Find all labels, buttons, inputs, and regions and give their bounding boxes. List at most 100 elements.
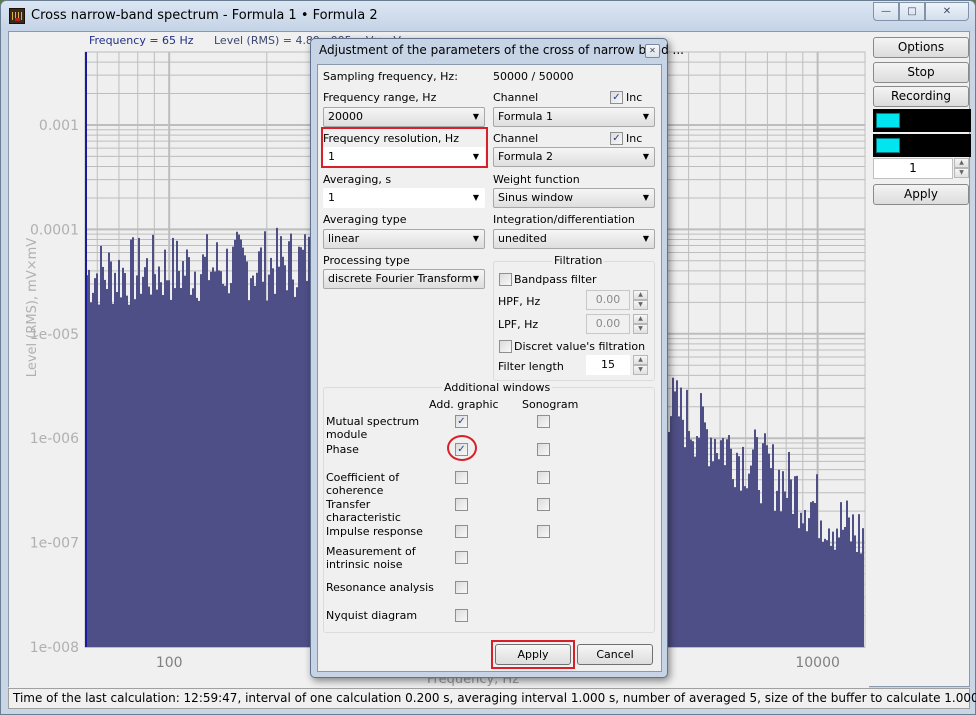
- spin-down-icon[interactable]: ▼: [633, 300, 648, 310]
- options-button[interactable]: Options: [873, 37, 969, 58]
- channel-2-inc-checkbox[interactable]: ✓: [610, 132, 623, 145]
- side-apply-button[interactable]: Apply: [873, 184, 969, 205]
- add-graphic-checkbox[interactable]: [455, 525, 468, 538]
- spin-down-icon[interactable]: ▼: [954, 168, 969, 178]
- spectrum-bar: [120, 297, 122, 647]
- sonogram-checkbox[interactable]: [537, 525, 550, 538]
- close-icon: ✕: [942, 6, 952, 17]
- spectrum-bar: [286, 290, 288, 647]
- filter-length-input[interactable]: 15: [586, 355, 630, 375]
- discret-filtration-checkbox[interactable]: [499, 340, 512, 353]
- integration-value: unedited: [498, 232, 547, 245]
- spectrum-bar: [748, 473, 750, 647]
- spectrum-bar: [276, 227, 278, 647]
- additional-window-label: Measurement of intrinsic noise: [326, 545, 416, 571]
- spectrum-bar: [108, 252, 110, 648]
- spectrum-bar: [102, 266, 104, 647]
- bandpass-filter-label: Bandpass filter: [514, 273, 597, 286]
- add-graphic-checkbox[interactable]: [455, 498, 468, 511]
- chevron-down-icon: ▼: [472, 234, 479, 243]
- stop-button[interactable]: Stop: [873, 62, 969, 83]
- add-graphic-checkbox[interactable]: [455, 609, 468, 622]
- spectrum-bar: [790, 479, 792, 647]
- side-spin-input[interactable]: 1: [873, 158, 953, 179]
- filter-length-spin[interactable]: ▲ ▼: [633, 355, 648, 375]
- channel-2-color-swatch[interactable]: [876, 138, 900, 153]
- add-graphic-checkbox[interactable]: [455, 551, 468, 564]
- spectrum-bar: [296, 287, 298, 647]
- sonogram-checkbox[interactable]: [537, 415, 550, 428]
- spectrum-bar: [764, 433, 766, 647]
- channel-2-color-row[interactable]: [873, 134, 971, 157]
- lpf-spin[interactable]: ▲ ▼: [633, 314, 648, 334]
- spectrum-bar: [700, 393, 702, 647]
- spin-down-icon[interactable]: ▼: [633, 365, 648, 375]
- spectrum-bar: [676, 380, 678, 647]
- spectrum-bar: [188, 257, 190, 647]
- channel-1-select[interactable]: Formula 1 ▼: [493, 107, 655, 127]
- averaging-select[interactable]: 1 ▼: [323, 188, 485, 208]
- add-graphic-checkbox[interactable]: [455, 581, 468, 594]
- spectrum-bar: [270, 257, 272, 647]
- averaging-type-select[interactable]: linear ▼: [323, 229, 485, 249]
- close-button[interactable]: ✕: [925, 2, 969, 21]
- side-spin-buttons[interactable]: ▲ ▼: [954, 158, 969, 179]
- spectrum-bar: [284, 265, 286, 647]
- spectrum-bar: [708, 466, 710, 647]
- sonogram-checkbox[interactable]: [537, 471, 550, 484]
- spectrum-bar: [206, 234, 208, 647]
- additional-window-label: Resonance analysis: [326, 581, 434, 594]
- integration-select[interactable]: unedited ▼: [493, 229, 655, 249]
- add-graphic-checkbox[interactable]: [455, 471, 468, 484]
- add-graphic-checkbox[interactable]: ✓: [455, 415, 468, 428]
- spectrum-bar: [818, 538, 820, 647]
- spin-up-icon[interactable]: ▲: [633, 314, 648, 324]
- minimize-icon: —: [881, 6, 891, 17]
- spectrum-bar: [862, 528, 864, 647]
- maximize-button[interactable]: □: [899, 2, 925, 21]
- frequency-range-select[interactable]: 20000 ▼: [323, 107, 485, 127]
- spectrum-bar: [722, 438, 724, 647]
- spin-up-icon[interactable]: ▲: [954, 158, 969, 168]
- channel-1-color-swatch[interactable]: [876, 113, 900, 128]
- minimize-button[interactable]: —: [873, 2, 899, 21]
- spectrum-bar: [812, 501, 814, 647]
- channel-1-color-row[interactable]: [873, 109, 971, 132]
- spin-up-icon[interactable]: ▲: [633, 290, 648, 300]
- spin-up-icon[interactable]: ▲: [633, 355, 648, 365]
- spectrum-bar: [784, 491, 786, 647]
- sonogram-checkbox[interactable]: [537, 498, 550, 511]
- chevron-down-icon: ▼: [472, 112, 479, 121]
- channel-1-inc-checkbox[interactable]: ✓: [610, 91, 623, 104]
- spectrum-bar: [686, 389, 688, 647]
- spectrum-bar: [168, 280, 170, 647]
- chevron-down-icon: ▼: [642, 193, 649, 202]
- hpf-input[interactable]: 0.00: [586, 290, 630, 310]
- spectrum-bar: [266, 300, 268, 647]
- hpf-spin[interactable]: ▲ ▼: [633, 290, 648, 310]
- spectrum-bar: [222, 283, 224, 647]
- spectrum-bar: [220, 271, 222, 647]
- spectrum-bar: [826, 540, 828, 647]
- spectrum-bar: [104, 279, 106, 647]
- processing-type-select[interactable]: discrete Fourier Transform ▼: [323, 269, 485, 289]
- spectrum-bar: [292, 279, 294, 647]
- bandpass-filter-checkbox[interactable]: [499, 273, 512, 286]
- channel-2-select[interactable]: Formula 2 ▼: [493, 147, 655, 167]
- lpf-input[interactable]: 0.00: [586, 314, 630, 334]
- dialog-cancel-button[interactable]: Cancel: [577, 644, 653, 665]
- spectrum-bar: [696, 436, 698, 647]
- weight-function-select[interactable]: Sinus window ▼: [493, 188, 655, 208]
- spin-down-icon[interactable]: ▼: [633, 324, 648, 334]
- recording-button[interactable]: Recording: [873, 86, 969, 107]
- dialog-close-button[interactable]: ✕: [645, 44, 660, 58]
- spectrum-bar: [98, 304, 100, 647]
- spectrum-bar: [140, 293, 142, 647]
- maximize-icon: □: [907, 6, 917, 17]
- sonogram-checkbox[interactable]: [537, 443, 550, 456]
- apply-highlight: [491, 640, 575, 669]
- window-title: Cross narrow-band spectrum - Formula 1 •…: [31, 8, 378, 23]
- spectrum-bar: [756, 437, 758, 647]
- spectrum-bar: [796, 475, 798, 647]
- spectrum-bar: [212, 267, 214, 647]
